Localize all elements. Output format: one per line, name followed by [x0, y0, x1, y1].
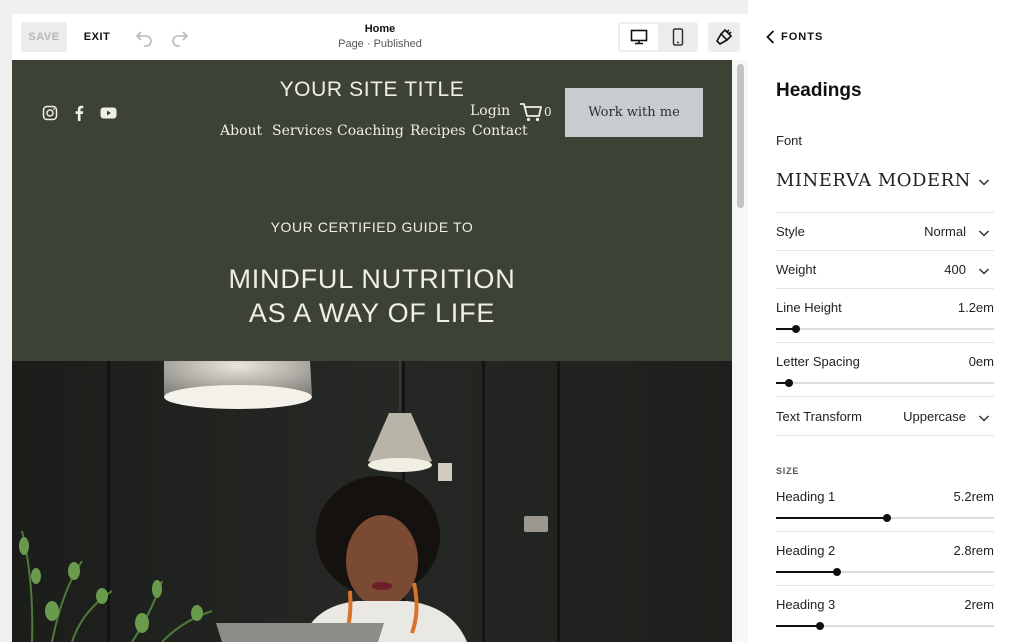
mobile-icon — [672, 28, 684, 46]
slider-handle[interactable] — [833, 568, 842, 576]
heading1-label: Heading 1 — [776, 489, 836, 504]
site-editor: SAVE EXIT Home Page · Published YOUR SIT… — [12, 14, 748, 642]
desktop-icon — [630, 29, 648, 45]
text-transform-select[interactable]: Uppercase — [903, 409, 966, 424]
style-select[interactable]: Normal — [924, 224, 966, 239]
cart-icon[interactable] — [519, 102, 543, 122]
divider — [776, 288, 994, 289]
hero-eyebrow: YOUR CERTIFIED GUIDE TO — [270, 219, 474, 235]
style-panel: FONTS Headings Font MINERVA MODERN Style… — [748, 0, 1024, 642]
font-label: Font — [776, 133, 803, 148]
device-toggle — [618, 22, 698, 52]
mobile-view-button[interactable] — [659, 24, 697, 50]
site-preview: YOUR SITE TITLE About Services Coaching … — [12, 60, 732, 642]
hero-image — [12, 361, 732, 642]
nav-about[interactable]: About — [220, 123, 262, 139]
heading2-value: 2.8rem — [953, 543, 994, 558]
youtube-icon[interactable] — [99, 104, 117, 122]
back-label: FONTS — [781, 31, 824, 43]
login-link[interactable]: Login — [470, 103, 510, 119]
instagram-icon[interactable] — [41, 104, 59, 122]
chevron-down-icon[interactable] — [978, 227, 990, 239]
divider — [776, 531, 994, 532]
panel-heading: Headings — [776, 80, 862, 101]
style-label: Style — [776, 224, 805, 239]
divider — [776, 342, 994, 343]
scrollbar-thumb[interactable] — [737, 64, 744, 208]
nav-contact[interactable]: Contact — [472, 123, 528, 139]
letter-spacing-value: 0em — [968, 354, 994, 369]
letter-spacing-slider[interactable] — [776, 379, 994, 387]
divider — [776, 212, 994, 213]
paintbrush-icon — [716, 28, 733, 45]
divider — [776, 435, 994, 436]
nav-services[interactable]: Services — [272, 123, 332, 139]
hero-headline-line2: AS A WAY OF LIFE — [248, 298, 496, 328]
slider-handle[interactable] — [791, 325, 800, 333]
facebook-icon[interactable] — [70, 104, 88, 122]
slider-fill — [776, 625, 820, 627]
slider-fill — [776, 517, 888, 519]
font-family-select[interactable]: MINERVA MODERN — [776, 168, 994, 196]
editor-toolbar: SAVE EXIT Home Page · Published — [12, 14, 748, 60]
slider-handle[interactable] — [785, 379, 794, 387]
text-transform-label: Text Transform — [776, 409, 862, 424]
heading3-value: 2rem — [964, 597, 994, 612]
line-height-slider[interactable] — [776, 325, 994, 333]
heading2-label: Heading 2 — [776, 543, 836, 558]
slider-fill — [776, 571, 838, 573]
line-height-value: 1.2em — [957, 300, 994, 315]
chevron-down-icon[interactable] — [978, 265, 990, 277]
heading3-label: Heading 3 — [776, 597, 836, 612]
font-family-value: MINERVA MODERN — [776, 170, 971, 191]
chevron-left-icon — [766, 30, 775, 44]
site-styles-button[interactable] — [708, 22, 740, 52]
work-with-me-button[interactable]: Work with me — [565, 88, 703, 137]
heading3-size-slider[interactable] — [776, 622, 994, 630]
divider — [776, 396, 994, 397]
heading1-value: 5.2rem — [953, 489, 994, 504]
cart-count: 0 — [544, 105, 552, 119]
heading1-size-slider[interactable] — [776, 514, 994, 522]
hero-headline-line1: MINDFUL NUTRITION — [228, 264, 516, 294]
divider — [776, 250, 994, 251]
desktop-view-button[interactable] — [620, 24, 658, 50]
size-section-label: SIZE — [776, 466, 800, 476]
heading2-size-slider[interactable] — [776, 568, 994, 576]
chevron-down-icon[interactable] — [978, 412, 990, 424]
slider-handle[interactable] — [815, 622, 824, 630]
divider — [776, 585, 994, 586]
weight-select[interactable]: 400 — [944, 262, 966, 277]
back-to-fonts-button[interactable]: FONTS — [766, 29, 823, 45]
nav-recipes[interactable]: Recipes — [410, 123, 466, 139]
line-height-label: Line Height — [776, 300, 842, 315]
slider-handle[interactable] — [883, 514, 892, 522]
chevron-down-icon — [978, 179, 990, 186]
preview-scrollbar[interactable] — [732, 60, 748, 642]
nav-coaching[interactable]: Coaching — [337, 123, 404, 139]
weight-label: Weight — [776, 262, 817, 277]
letter-spacing-label: Letter Spacing — [776, 354, 860, 369]
